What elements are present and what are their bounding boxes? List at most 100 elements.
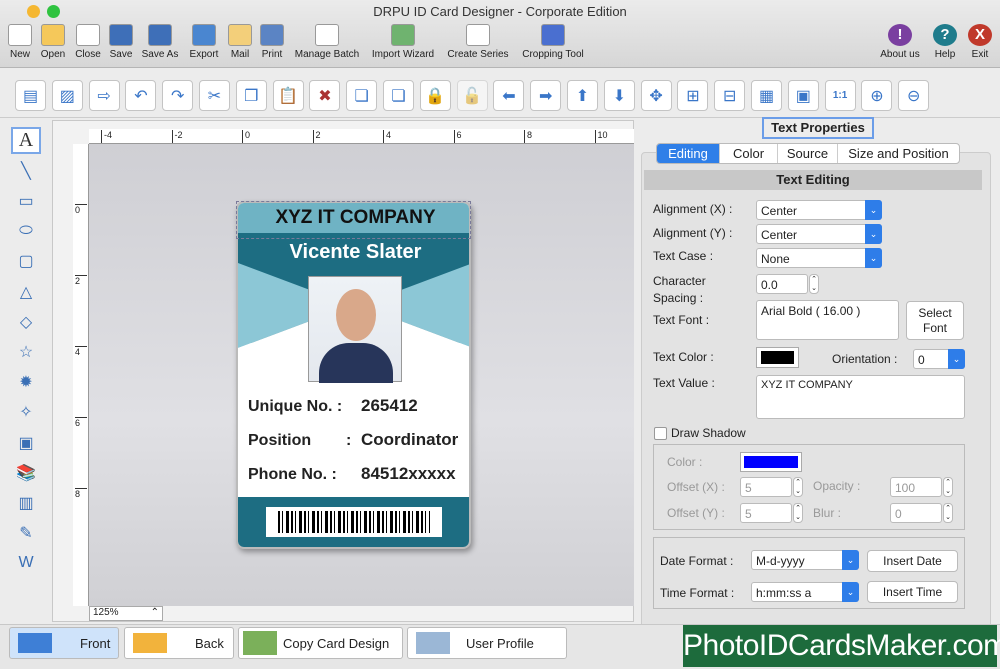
offset-x-input-stepper[interactable]: ⌃ ⌄ bbox=[793, 477, 803, 497]
tool-3[interactable]: ⬭ bbox=[11, 218, 41, 245]
insert-date-button[interactable]: Insert Date bbox=[867, 550, 958, 572]
time-format-select[interactable]: h:mm:ss a ⌄ bbox=[751, 582, 859, 602]
date-format-select[interactable]: M-d-yyyy ⌄ bbox=[751, 550, 859, 570]
id-card[interactable]: XYZ IT COMPANY Vicente Slater Unique No.… bbox=[236, 201, 471, 549]
zoom-out-button[interactable]: ⊖ bbox=[898, 80, 930, 111]
cut-button[interactable]: ✂ bbox=[199, 80, 230, 111]
card-back-icon bbox=[133, 633, 167, 653]
alignment-y-select[interactable]: Center ⌄ bbox=[756, 224, 882, 244]
back-button[interactable]: Back bbox=[124, 627, 234, 659]
export-button[interactable]: ⇨ bbox=[88, 80, 120, 111]
tab-source[interactable]: Source bbox=[777, 144, 837, 163]
tool-11[interactable]: 📚 bbox=[11, 459, 41, 486]
ruler-tick: 4 bbox=[383, 130, 391, 143]
lock-button[interactable]: 🔒 bbox=[419, 80, 451, 111]
zoom-in-button[interactable]: ⊕ bbox=[861, 80, 893, 111]
blur-input-stepper[interactable]: ⌃ ⌄ bbox=[943, 503, 953, 523]
toolbar-create-series-button[interactable]: Create Series bbox=[438, 24, 518, 60]
center-button[interactable]: ✥ bbox=[640, 80, 672, 111]
text-value-input[interactable]: XYZ IT COMPANY bbox=[756, 375, 965, 419]
star-icon: ☆ bbox=[18, 343, 34, 361]
text-case-select-value: None bbox=[761, 252, 790, 266]
tool-12[interactable]: ▥ bbox=[11, 489, 41, 516]
char-spacing-input[interactable]: 0.0 bbox=[756, 274, 808, 294]
tool-8[interactable]: ✹ bbox=[11, 369, 41, 396]
selection-box[interactable] bbox=[236, 201, 471, 239]
opacity-input-stepper[interactable]: ⌃ ⌄ bbox=[943, 477, 953, 497]
copy-card-design-button[interactable]: Copy Card Design bbox=[238, 627, 403, 659]
align-horizontal-button[interactable]: ⊟ bbox=[714, 80, 746, 111]
font-value: Arial Bold ( 16.00 ) bbox=[761, 304, 861, 318]
tab-size-and-position[interactable]: Size and Position bbox=[837, 144, 959, 163]
card-name[interactable]: Vicente Slater bbox=[238, 241, 469, 264]
arrow-right-button[interactable]: ➡ bbox=[530, 80, 562, 111]
ruler-tick: -4 bbox=[101, 130, 112, 143]
toolbar-cropping-tool-button[interactable]: Cropping Tool bbox=[513, 24, 593, 60]
image-button[interactable]: ▨ bbox=[51, 80, 83, 111]
blur-input[interactable]: 0 bbox=[890, 503, 942, 523]
card-field-value[interactable]: Coordinator bbox=[361, 430, 458, 450]
copy-button[interactable]: ❐ bbox=[235, 80, 267, 111]
card-photo[interactable] bbox=[308, 276, 402, 383]
delete-button[interactable]: ✖ bbox=[309, 80, 341, 111]
undo-button[interactable]: ↶ bbox=[125, 80, 157, 111]
card-field-value[interactable]: 84512xxxxx bbox=[361, 464, 456, 484]
user-profile-button[interactable]: User Profile bbox=[407, 627, 567, 659]
card-field-colon[interactable]: : bbox=[346, 432, 351, 450]
draw-shadow-checkbox[interactable] bbox=[654, 427, 667, 440]
opacity-input[interactable]: 100 bbox=[890, 477, 942, 497]
card-field-value[interactable]: 265412 bbox=[361, 396, 418, 416]
grid-button[interactable]: ▦ bbox=[751, 80, 782, 111]
orientation-select[interactable]: 0 ⌄ bbox=[913, 349, 965, 369]
tool-4[interactable]: ▢ bbox=[11, 248, 41, 275]
tool-13[interactable]: ✎ bbox=[11, 520, 41, 547]
char-spacing-input-stepper[interactable]: ⌃ ⌄ bbox=[809, 274, 819, 294]
new-doc-button[interactable]: ▤ bbox=[15, 80, 46, 111]
align-vertical-button[interactable]: ⊞ bbox=[677, 80, 709, 111]
tool-5[interactable]: △ bbox=[11, 278, 41, 305]
bring-front-button[interactable]: ❏ bbox=[383, 80, 414, 111]
film-icon: ▣ bbox=[795, 87, 811, 105]
actual-size-button[interactable]: 1:1 bbox=[824, 80, 856, 111]
text-case-select[interactable]: None ⌄ bbox=[756, 248, 882, 268]
ruler-tick: 0 bbox=[75, 204, 87, 215]
toolbar-manage-batch-button[interactable]: Manage Batch bbox=[287, 24, 367, 60]
paste-button[interactable]: 📋 bbox=[272, 80, 304, 111]
offset-y-input[interactable]: 5 bbox=[740, 503, 792, 523]
tool-10[interactable]: ▣ bbox=[11, 429, 41, 456]
manage-batch-icon bbox=[315, 24, 339, 46]
opacity-label: Opacity : bbox=[813, 479, 861, 493]
send-back-button[interactable]: ❏ bbox=[346, 80, 378, 111]
text-color-picker[interactable] bbox=[756, 347, 799, 368]
arrow-up-button[interactable]: ⬆ bbox=[567, 80, 598, 111]
unlock-button[interactable]: 🔓 bbox=[456, 80, 488, 111]
offset-x-input[interactable]: 5 bbox=[740, 477, 792, 497]
tool-1[interactable]: ╲ bbox=[11, 157, 41, 184]
select-font-button[interactable]: Select Font bbox=[906, 301, 964, 340]
tool-2[interactable]: ▭ bbox=[11, 187, 41, 214]
card-field-label[interactable]: Unique No. : bbox=[248, 398, 342, 416]
tool-14[interactable]: W bbox=[11, 550, 41, 577]
offset-y-input-stepper[interactable]: ⌃ ⌄ bbox=[793, 503, 803, 523]
toolbar-exit-button[interactable]: X Exit bbox=[945, 24, 1000, 60]
tab-editing[interactable]: Editing bbox=[657, 144, 719, 163]
tool-0[interactable]: A bbox=[11, 127, 41, 154]
alignment-x-select[interactable]: Center ⌄ bbox=[756, 200, 882, 220]
card-field-label[interactable]: Phone No. : bbox=[248, 466, 337, 484]
arrow-left-button[interactable]: ⬅ bbox=[493, 80, 525, 111]
redo-button[interactable]: ↷ bbox=[162, 80, 194, 111]
front-button[interactable]: Front bbox=[9, 627, 119, 659]
insert-time-button[interactable]: Insert Time bbox=[867, 581, 958, 603]
shadow-color-picker[interactable] bbox=[740, 452, 802, 472]
film-button[interactable]: ▣ bbox=[787, 80, 819, 111]
barcode[interactable] bbox=[266, 507, 442, 537]
tool-9[interactable]: ✧ bbox=[11, 399, 41, 426]
zoom-select[interactable]: 125% ⌃ bbox=[89, 606, 163, 621]
arrow-down-button[interactable]: ⬇ bbox=[603, 80, 635, 111]
card-field-label[interactable]: Position bbox=[248, 432, 311, 450]
tool-6[interactable]: ◇ bbox=[11, 308, 41, 335]
tab-color[interactable]: Color bbox=[719, 144, 777, 163]
tool-7[interactable]: ☆ bbox=[11, 338, 41, 365]
toolbar-import-wizard-button[interactable]: Import Wizard bbox=[363, 24, 443, 60]
ruler-tick: 4 bbox=[75, 346, 87, 357]
